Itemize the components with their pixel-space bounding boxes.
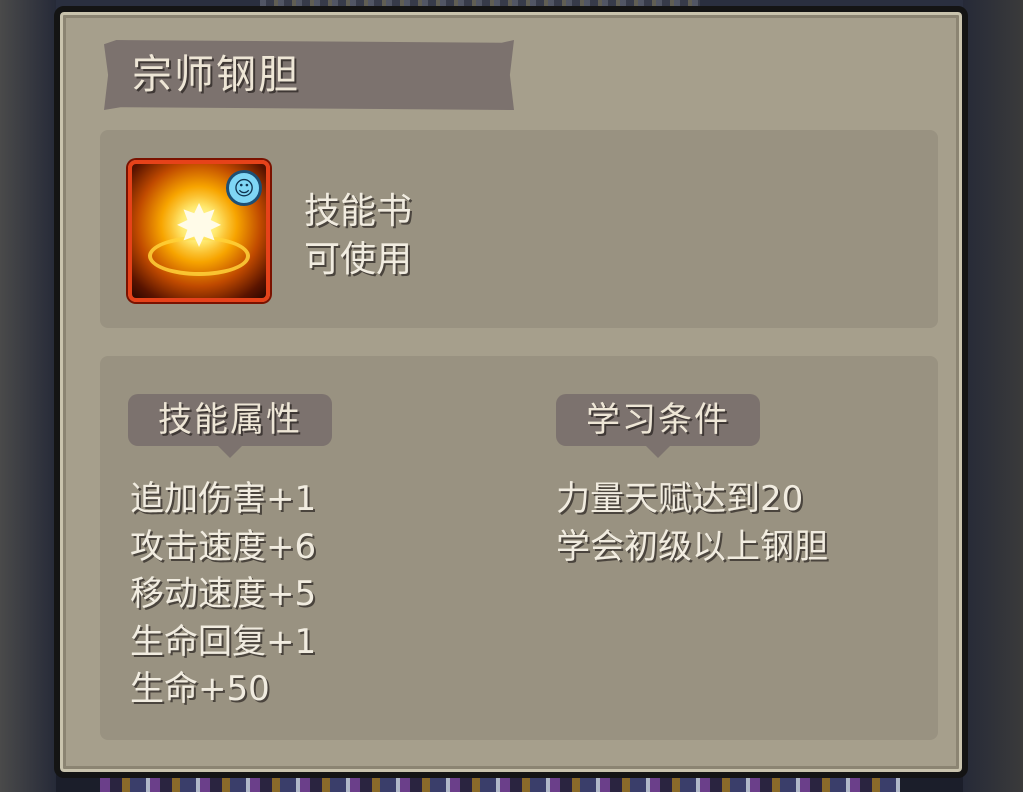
requirements-list: 力量天赋达到20 学会初级以上钢胆: [556, 476, 828, 571]
requirements-header: 学习条件: [556, 394, 760, 458]
attribute-item: 生命+50: [130, 669, 270, 709]
item-info-lines: 技能书 可使用: [304, 188, 412, 284]
attributes-list: 追加伤害+1 攻击速度+6 移动速度+5 生命回复+1 生命+50: [130, 476, 316, 714]
item-type-label: 技能书: [304, 191, 413, 232]
item-usable-label: 可使用: [304, 239, 413, 280]
background-right: [963, 0, 1023, 792]
background-inventory-strip: [100, 778, 900, 792]
attribute-item: 生命回复+1: [130, 621, 317, 662]
attributes-header: 技能属性: [128, 394, 332, 458]
game-screen: 宗师钢胆 ✸ ☺ 技能书 可使用 技能属性 追加伤害+1 攻击速度+6 移动速度…: [0, 0, 1023, 792]
attribute-item: 攻击速度+6: [130, 526, 317, 567]
skill-tooltip-panel: 宗师钢胆 ✸ ☺ 技能书 可使用 技能属性 追加伤害+1 攻击速度+6 移动速度…: [54, 6, 968, 778]
requirement-item: 力量天赋达到20: [556, 479, 804, 519]
item-info-box: ✸ ☺ 技能书 可使用: [100, 130, 938, 328]
attribute-item: 移动速度+5: [130, 574, 317, 614]
skill-title: 宗师钢胆: [132, 52, 300, 98]
background-left: [0, 0, 56, 792]
attribute-item: 追加伤害+1: [130, 479, 317, 519]
person-badge-icon: ☺: [226, 170, 262, 206]
skill-icon: ✸ ☺: [128, 160, 270, 302]
skill-detail-box: 技能属性 追加伤害+1 攻击速度+6 移动速度+5 生命回复+1 生命+50 学…: [100, 356, 938, 740]
requirement-item: 学会初级以上钢胆: [556, 526, 828, 567]
